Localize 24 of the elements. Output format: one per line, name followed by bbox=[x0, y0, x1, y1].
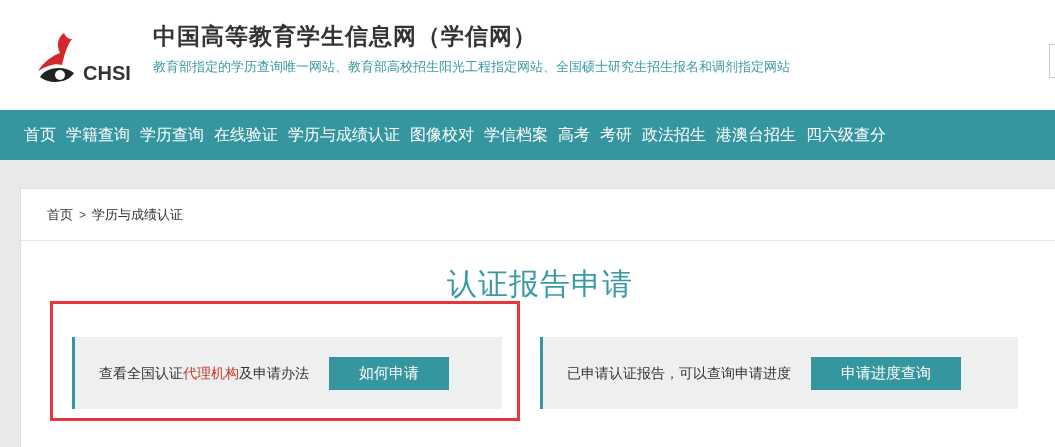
breadcrumb-link[interactable]: 首页 bbox=[47, 204, 73, 225]
nav-link[interactable]: 图像校对 bbox=[410, 123, 474, 147]
action-button[interactable]: 如何申请 bbox=[329, 356, 449, 390]
nav-link[interactable]: 四六级查分 bbox=[806, 123, 886, 147]
card-text: 已申请认证报告，可以查询申请进度 bbox=[567, 363, 791, 383]
page-title: 认证报告申请 bbox=[447, 269, 633, 299]
breadcrumb-separator: > bbox=[79, 206, 86, 224]
nav-link[interactable]: 学信档案 bbox=[484, 123, 548, 147]
site-subtitle: 教育部指定的学历查询唯一网站、教育部高校招生阳光工程指定网站、全国硕士研究生招生报名和调剂指定网站 bbox=[152, 60, 790, 73]
site-title: 中国高等教育学生信息网（学信网） bbox=[152, 25, 538, 48]
agency-link[interactable]: 代理机构 bbox=[183, 364, 239, 381]
logo-text: CHSI bbox=[83, 63, 131, 83]
nav-link[interactable]: 高考 bbox=[558, 123, 590, 147]
nav-link[interactable]: 港澳台招生 bbox=[716, 123, 796, 147]
nav-link[interactable]: 学历查询 bbox=[140, 123, 204, 147]
action-button[interactable]: 申请进度查询 bbox=[811, 356, 961, 390]
nav-link[interactable]: 考研 bbox=[600, 123, 632, 147]
nav-link[interactable]: 学籍查询 bbox=[66, 123, 130, 147]
nav-link[interactable]: 在线验证 bbox=[214, 123, 278, 147]
nav-link[interactable]: 首页 bbox=[24, 123, 56, 147]
breadcrumb-link[interactable]: 学历与成绩认证 bbox=[92, 204, 183, 225]
card-text: 查看全国认证代理机构及申请办法 bbox=[99, 363, 309, 383]
nav-link[interactable]: 学历与成绩认证 bbox=[288, 123, 400, 147]
nav-link[interactable]: 政法招生 bbox=[642, 123, 706, 147]
